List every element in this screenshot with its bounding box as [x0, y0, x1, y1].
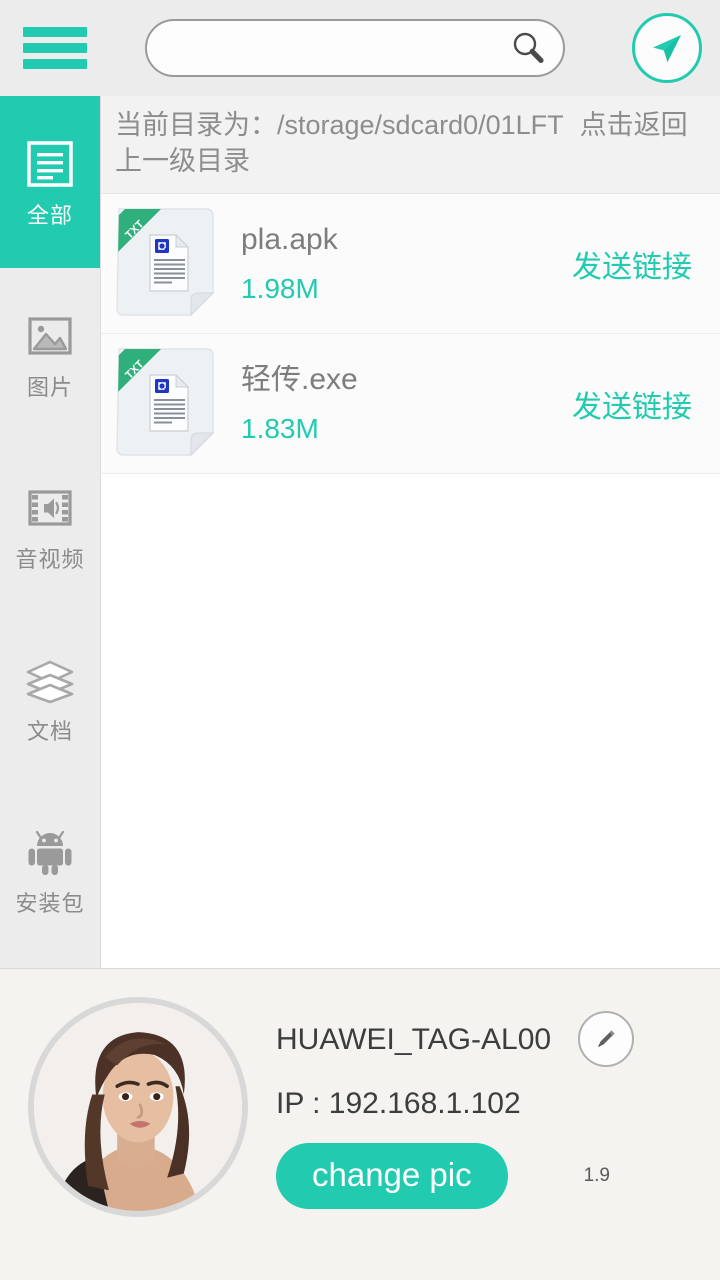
profile-info: HUAWEI_TAG-AL00 IP : 192.168.1.102 chang… — [248, 997, 720, 1210]
main-content: 当前目录为：/storage/sdcard0/01LFT 点击返回上一级目录 T… — [101, 96, 720, 968]
file-name: pla.apk — [241, 224, 338, 255]
device-name: HUAWEI_TAG-AL00 — [276, 1023, 552, 1056]
sidebar-item-images[interactable]: 图片 — [0, 268, 100, 440]
current-path-bar[interactable]: 当前目录为：/storage/sdcard0/01LFT 点击返回上一级目录 — [101, 96, 720, 195]
search-icon[interactable] — [511, 31, 545, 65]
app-root: 全部 图片 音视频 文档 安装包 当前目录为：/storage/sdcard0/… — [0, 0, 720, 1280]
android-robot-icon — [23, 825, 77, 879]
sidebar-item-all[interactable]: 全部 — [0, 96, 100, 268]
sidebar-item-label: 音视频 — [15, 547, 85, 572]
send-button[interactable] — [632, 13, 702, 83]
hamburger-bar — [23, 43, 87, 53]
document-lines-icon — [23, 137, 77, 191]
sidebar-item-label: 全部 — [26, 203, 73, 228]
user-avatar-photo — [34, 1003, 242, 1211]
search-box[interactable] — [144, 19, 565, 77]
hamburger-menu-icon[interactable] — [23, 20, 87, 76]
sidebar-item-label: 文档 — [26, 719, 73, 744]
table-row[interactable]: TXT — [101, 334, 720, 475]
file-size: 1.98M — [241, 272, 319, 304]
top-bar — [0, 0, 720, 96]
edit-button[interactable] — [578, 1011, 634, 1067]
layers-stack-icon — [23, 653, 77, 707]
file-name: 轻传.exe — [241, 364, 358, 395]
file-info: 轻传.exe 1.83M — [241, 365, 572, 443]
avatar[interactable] — [28, 997, 248, 1217]
sidebar-item-apk[interactable]: 安装包 — [0, 784, 100, 956]
sidebar: 全部 图片 音视频 文档 安装包 — [0, 96, 101, 968]
version-label: 1.9 — [583, 1165, 610, 1186]
search-input[interactable] — [168, 20, 511, 76]
txt-file-icon: TXT — [115, 205, 223, 323]
file-size: 1.83M — [241, 412, 319, 444]
hamburger-bar — [23, 27, 87, 37]
sidebar-item-label: 图片 — [26, 375, 73, 400]
current-path-label: 当前目录为：/storage/sdcard0/01LFT — [115, 110, 564, 140]
send-link-button[interactable]: 发送链接 — [572, 242, 720, 286]
ip-address: IP : 192.168.1.102 — [276, 1087, 521, 1120]
pencil-edit-icon — [598, 1030, 615, 1047]
body-area: 全部 图片 音视频 文档 安装包 当前目录为：/storage/sdcard0/… — [0, 96, 720, 968]
send-link-button[interactable]: 发送链接 — [572, 382, 720, 426]
sidebar-item-documents[interactable]: 文档 — [0, 612, 100, 784]
file-list: TXT pla.apk 1.98M 发送链接 TXT 轻传.exe 1.83M … — [101, 194, 720, 475]
profile-footer: HUAWEI_TAG-AL00 IP : 192.168.1.102 chang… — [0, 968, 720, 1280]
image-picture-icon — [23, 309, 77, 363]
file-info: pla.apk 1.98M — [241, 225, 572, 303]
search-area — [87, 19, 622, 77]
file-list-empty-area — [101, 474, 720, 968]
hamburger-bar — [23, 59, 87, 69]
change-pic-button[interactable]: change pic — [276, 1143, 508, 1210]
txt-file-icon: TXT — [115, 345, 223, 463]
film-audio-icon — [23, 481, 77, 535]
sidebar-item-audio-video[interactable]: 音视频 — [0, 440, 100, 612]
sidebar-item-label: 安装包 — [15, 891, 85, 916]
table-row[interactable]: TXT — [101, 194, 720, 335]
send-paper-plane-icon — [653, 35, 681, 62]
